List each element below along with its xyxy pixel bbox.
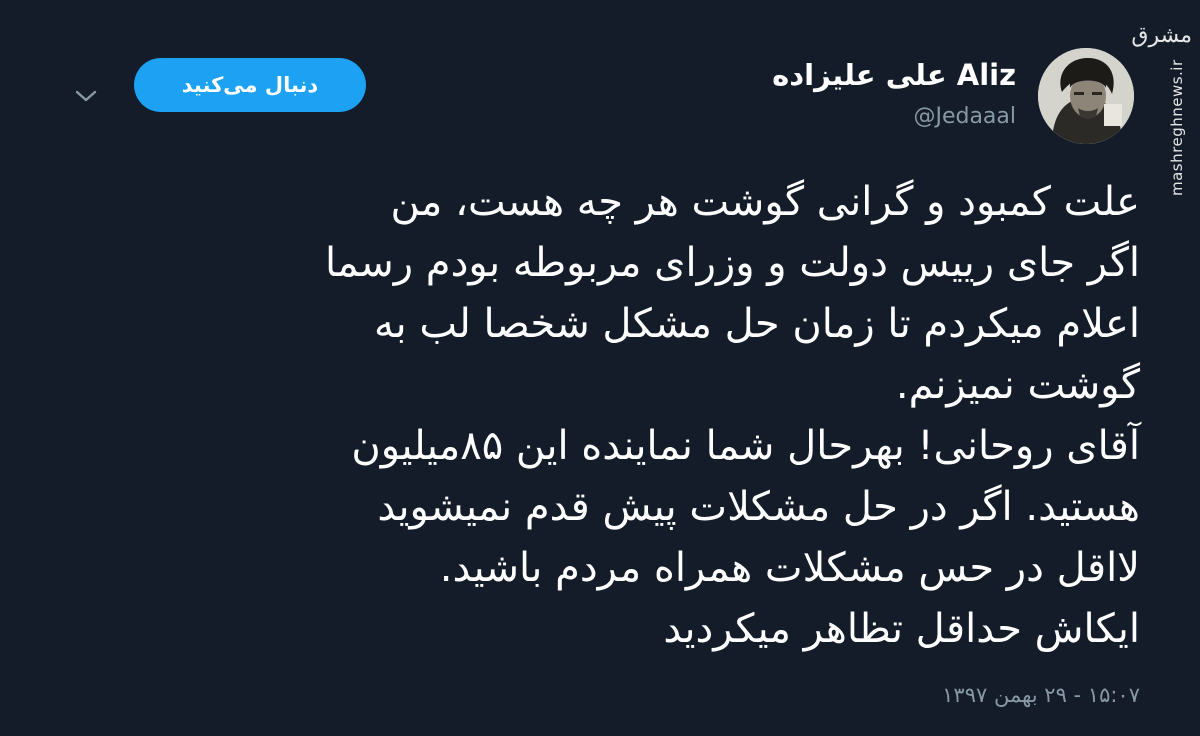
- user-handle[interactable]: @Jedaaal: [772, 102, 1016, 132]
- tweet-text-line: گوشت نمیزنم.: [895, 362, 1140, 408]
- tweet-text-line: علت کمبود و گرانی گوشت هر چه هست، من: [390, 179, 1140, 225]
- chevron-down-icon[interactable]: [72, 82, 100, 110]
- tweet-text-line: هستید. اگر در حل مشکلات پیش قدم نمیشوید: [377, 484, 1140, 530]
- tweet-text: علت کمبود و گرانی گوشت هر چه هست، من اگر…: [70, 172, 1140, 660]
- tweet-text-line: لااقل در حس مشکلات همراه مردم باشید.: [439, 545, 1140, 591]
- display-name[interactable]: Aliz علی علیزاده: [772, 58, 1016, 92]
- tweet-card: Aliz علی علیزاده @Jedaaal دنبال می‌کنید …: [0, 0, 1200, 736]
- tweet-text-line: اعلام میکردم تا زمان حل مشکل شخصا لب به: [374, 301, 1140, 347]
- avatar[interactable]: [1038, 48, 1134, 144]
- watermark-site: mashreghnews.ir: [1168, 59, 1186, 196]
- tweet-text-line: اگر جای رییس دولت و وزرای مربوطه بودم رس…: [324, 240, 1140, 286]
- tweet-timestamp[interactable]: ۱۵:۰۷ - ۲۹ بهمن ۱۳۹۷: [942, 680, 1140, 710]
- tweet-header: Aliz علی علیزاده @Jedaaal دنبال می‌کنید: [60, 48, 1140, 148]
- user-block: Aliz علی علیزاده @Jedaaal: [772, 58, 1016, 132]
- watermark-logo: مشرق: [1131, 23, 1192, 48]
- avatar-image: [1038, 48, 1134, 144]
- tweet-text-line: آقای روحانی! بهرحال شما نماینده این ۸۵می…: [351, 423, 1140, 469]
- watermark: مشرق mashreghnews.ir: [1131, 16, 1194, 196]
- tweet-text-line: ایکاش حداقل تظاهر میکردید: [663, 606, 1140, 652]
- following-button[interactable]: دنبال می‌کنید: [134, 58, 366, 112]
